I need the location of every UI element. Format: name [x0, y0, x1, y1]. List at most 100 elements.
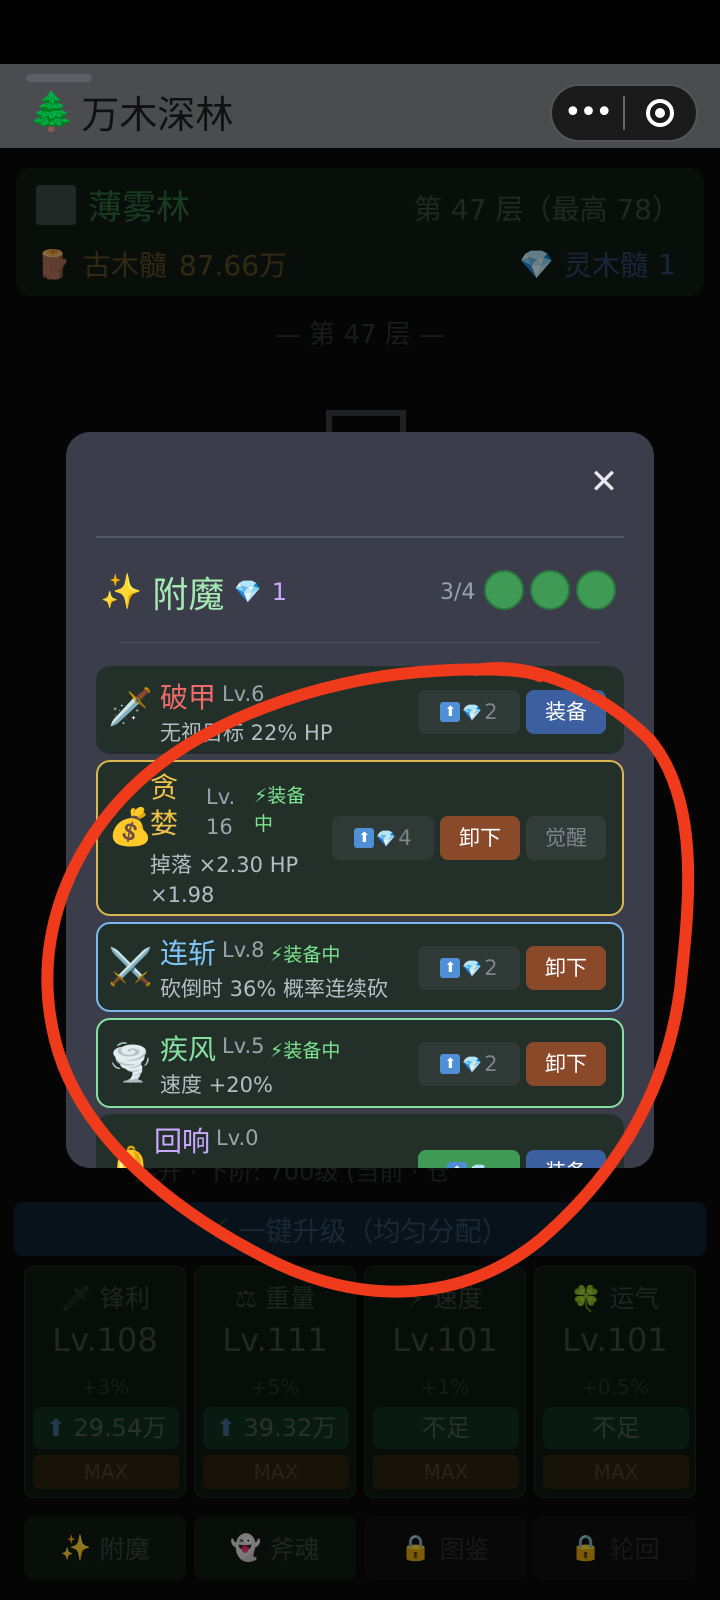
lock-icon: 🔒 — [570, 1533, 602, 1562]
enchant-row-armor-break: 🗡️ 破甲 Lv.6 无视目标 22% HP ⬆ 💎 2 装备 — [96, 666, 624, 754]
stat-max-button[interactable]: MAX — [203, 1455, 349, 1489]
close-icon[interactable]: ✕ — [584, 462, 624, 502]
nav-enchant-label: 附魔 — [99, 1535, 150, 1564]
nav-axe-soul[interactable]: 👻 斧魂 — [194, 1516, 356, 1580]
stat-upgrade-button[interactable]: ⬆ 29.54万 — [33, 1407, 179, 1449]
crossed-swords-icon: ⚔️ — [108, 947, 153, 988]
stat-bonus: +5% — [250, 1375, 300, 1399]
bottom-nav: ✨ 附魔 👻 斧魂 🔒 图鉴 🔒 轮回 — [24, 1516, 696, 1580]
stat-card-sharpness: 🗡 锋利 Lv.108 +3% ⬆ 29.54万 MAX — [24, 1266, 186, 1498]
fog-forest-icon — [36, 184, 76, 225]
stat-max-button[interactable]: MAX — [373, 1455, 519, 1489]
stat-upgrade-button[interactable]: 不足 — [373, 1407, 519, 1449]
modal-title-text: 附魔 — [152, 575, 225, 616]
stat-level: Lv.108 — [52, 1321, 158, 1359]
app-title-text: 万木深林 — [81, 93, 234, 137]
enchant-level: Lv.6 — [222, 682, 265, 706]
lightning-icon: ⚡ — [211, 1213, 231, 1245]
stat-name: 🗡 锋利 — [60, 1284, 150, 1313]
one-key-upgrade-label: 一键升级（均匀分配） — [238, 1216, 509, 1248]
diamond-icon: 💎 — [462, 1054, 483, 1074]
slot-dot — [576, 570, 616, 610]
unequip-button[interactable]: 卸下 — [440, 816, 520, 860]
divider — [120, 642, 600, 643]
app-title: 🌲 万木深林 — [28, 84, 233, 139]
enchant-name: 疾风 — [160, 1033, 217, 1066]
spirit-value: 1 — [658, 247, 676, 281]
enchant-upgrade-button[interactable]: ⬆ 💎 2 — [418, 1042, 520, 1086]
stat-card-weight: ⚖ 重量 Lv.111 +5% ⬆ 39.32万 MAX — [194, 1266, 356, 1498]
equipped-badge: ⚡装备中 — [254, 785, 306, 835]
up-arrow-icon: ⬆ — [215, 1414, 236, 1442]
one-key-upgrade-button[interactable]: ⚡ 一键升级（均匀分配） — [14, 1202, 706, 1256]
stat-card-speed: ⚡ 速度 Lv.101 +1% 不足 MAX — [364, 1266, 526, 1498]
slot-dot — [530, 570, 570, 610]
nav-codex[interactable]: 🔒 图鉴 — [364, 1516, 526, 1580]
equip-button[interactable]: 装备 — [526, 690, 606, 734]
close-miniprogram-icon[interactable] — [625, 84, 696, 142]
enchant-level: Lv. 16 — [206, 785, 236, 839]
enchant-level: Lv.8 — [222, 938, 265, 962]
enchant-upgrade-button[interactable]: ⬆ 💎 2 — [418, 690, 520, 734]
stat-name: 🍀 运气 — [570, 1284, 660, 1313]
nav-enchant[interactable]: ✨ 附魔 — [24, 1516, 186, 1580]
enchant-modal: ✕ ✨ 附魔 💎 1 3/4 🗡️ 破甲 Lv.6 无视目标 22% HP ⬆ 💎… — [66, 432, 654, 1168]
enchant-row-combo-chop: ⚔️ 连斩 Lv.8 ⚡装备中 砍倒时 36% 概率连续砍 ⬆ 💎 2 卸下 — [96, 922, 624, 1012]
nav-reincarnation[interactable]: 🔒 轮回 — [534, 1516, 696, 1580]
equipped-badge: ⚡装备中 — [270, 1040, 341, 1062]
money-bag-icon: 💰 — [108, 807, 153, 848]
up-arrow-icon: ⬆ — [440, 1054, 461, 1074]
nav-reincarnation-label: 轮回 — [609, 1535, 660, 1564]
stat-bonus: +1% — [420, 1375, 470, 1399]
gem-count: 1 — [271, 578, 288, 606]
zone-name-text: 薄雾林 — [88, 188, 190, 228]
slot-indicators — [484, 570, 616, 610]
enchant-upgrade-button[interactable]: ⬆ 💎 2 — [418, 946, 520, 990]
stats-grid: 🗡 锋利 Lv.108 +3% ⬆ 29.54万 MAX ⚖ 重量 Lv.111… — [24, 1266, 696, 1498]
enchant-name: 回响 — [154, 1125, 211, 1158]
awaken-button[interactable]: 觉醒 — [526, 816, 606, 860]
lightning-icon: ⚡ — [407, 1284, 425, 1313]
sparkle-icon: ✨ — [100, 572, 143, 612]
nav-axe-soul-label: 斧魂 — [269, 1535, 320, 1564]
tornado-icon: 🌪️ — [108, 1043, 153, 1084]
upgrade-cost: 4 — [398, 826, 412, 850]
stat-upgrade-button[interactable]: 不足 — [543, 1407, 689, 1449]
up-arrow-icon: ⬆ — [447, 1162, 468, 1168]
floor-caption: — 第 47 层 — — [274, 320, 446, 350]
up-arrow-icon: ⬆ — [354, 828, 375, 848]
equip-button[interactable]: 装备 — [526, 1150, 606, 1168]
enchant-row-greed: 💰 贪婪 Lv. 16 ⚡装备中 掉落 ×2.30 HP ×1.98 ⬆ 💎 4 卸… — [96, 760, 624, 916]
enchant-desc: 无视目标 22% HP — [160, 721, 333, 745]
unequip-button[interactable]: 卸下 — [526, 1042, 606, 1086]
miniprogram-capsule: ••• — [550, 84, 698, 142]
status-bar — [0, 0, 720, 64]
enchant-name: 破甲 — [160, 681, 217, 714]
unequip-button[interactable]: 卸下 — [526, 946, 606, 990]
enchant-upgrade-button[interactable]: ⬆ 💎 4 — [332, 816, 434, 860]
more-icon[interactable]: ••• — [552, 84, 623, 142]
dagger-icon: 🗡️ — [108, 687, 153, 728]
enchant-name: 连斩 — [160, 937, 217, 970]
stat-upgrade-button[interactable]: ⬆ 39.32万 — [203, 1407, 349, 1449]
drag-handle[interactable] — [26, 74, 92, 82]
enchant-desc: 砍倒时 36% 概率连续砍 — [160, 977, 389, 1001]
stat-max-button[interactable]: MAX — [543, 1455, 689, 1489]
stat-name: ⚖ 重量 — [234, 1284, 316, 1313]
enchant-level: Lv.0 — [216, 1126, 259, 1150]
diamond-icon: 💎 — [462, 958, 483, 978]
sparkle-icon: ✨ — [60, 1533, 92, 1562]
enchant-upgrade-button[interactable]: ⬆💎 — [418, 1150, 520, 1168]
stat-level: Lv.101 — [392, 1321, 498, 1359]
zone-name: 薄雾林 — [36, 180, 190, 229]
stat-level: Lv.101 — [562, 1321, 668, 1359]
slot-count: 3/4 — [440, 580, 476, 605]
enchant-row-echo: 🔔 回响 Lv.0 ⬆💎 装备 — [96, 1114, 624, 1168]
clover-icon: 🍀 — [570, 1284, 602, 1313]
spirit-resource: 💎 灵木髓 1 — [519, 244, 676, 284]
up-arrow-icon: ⬆ — [440, 702, 461, 722]
stat-bonus: +0.5% — [581, 1375, 649, 1399]
stat-max-button[interactable]: MAX — [33, 1455, 179, 1489]
tree-icon: 🌲 — [28, 89, 76, 133]
diamond-icon: 💎 — [234, 579, 262, 605]
